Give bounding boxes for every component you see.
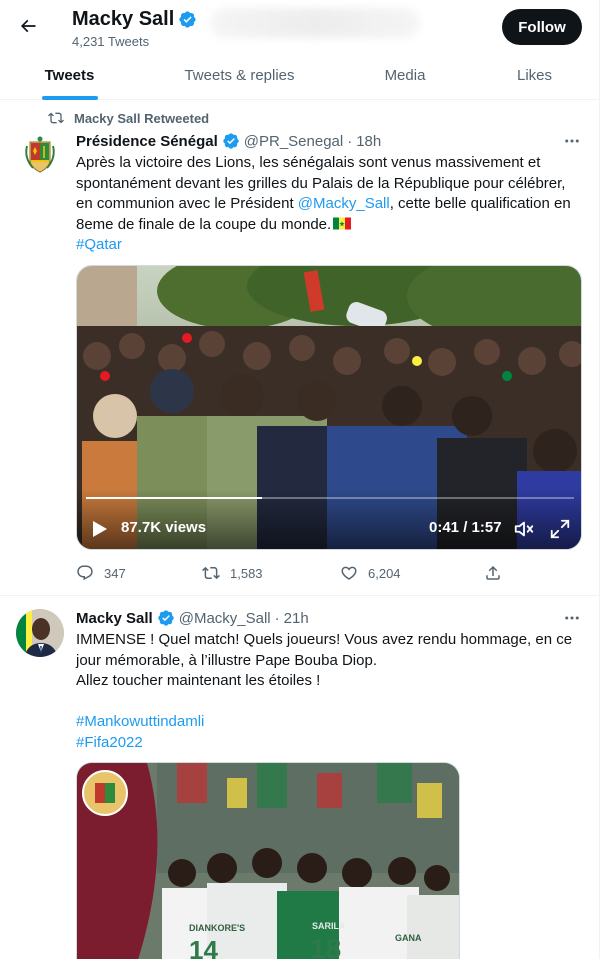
author-name[interactable]: Présidence Sénégal	[76, 133, 218, 150]
more-dots-icon	[565, 616, 579, 620]
tweet-text-line: IMMENSE ! Quel match! Quels joueurs! Vou…	[76, 631, 573, 669]
verified-badge-icon	[223, 133, 239, 149]
retweet-label[interactable]: Macky Sall Retweeted	[74, 111, 209, 126]
more-options-button[interactable]	[560, 608, 584, 628]
hashtag-link[interactable]: #Fifa2022	[76, 734, 143, 751]
mention-link[interactable]: @Macky_Sall	[298, 195, 390, 212]
tab-label: Likes	[516, 66, 553, 84]
reply-icon	[77, 565, 93, 581]
video-progress-fill	[86, 497, 262, 499]
follow-button[interactable]: Follow	[502, 9, 582, 45]
separator-dot: ·	[347, 132, 353, 150]
column-divider	[599, 0, 600, 959]
profile-header: Macky Sall 4,231 Tweets Follow Tweets Tw…	[0, 0, 599, 100]
tab-likes[interactable]: Likes	[470, 50, 599, 100]
active-tab-indicator	[41, 96, 98, 100]
tweet-timestamp[interactable]: 21h	[284, 610, 309, 627]
share-button[interactable]	[484, 564, 502, 582]
tweet-header: Présidence Sénégal @PR_Senegal · 18h	[76, 132, 381, 150]
blurred-banner	[210, 8, 420, 38]
hashtag-link[interactable]: #Mankowuttindamli	[76, 713, 204, 730]
tweet-timestamp[interactable]: 18h	[356, 133, 381, 150]
retweet-icon	[48, 112, 64, 124]
author-name[interactable]: Macky Sall	[76, 610, 153, 627]
retweet-context: Macky Sall Retweeted	[48, 110, 209, 126]
tweet-header: Macky Sall @Macky_Sall · 21h	[76, 609, 309, 627]
share-icon	[486, 565, 500, 580]
jersey-number: 18	[310, 933, 342, 959]
jersey-name: DIANKORE'S	[189, 923, 246, 933]
profile-name: Macky Sall	[72, 8, 175, 30]
profile-tabs: Tweets Tweets & replies Media Likes	[0, 50, 599, 100]
video-timecode: 0:41 / 1:57	[429, 519, 502, 536]
play-icon[interactable]	[92, 520, 108, 538]
reply-count: 347	[104, 565, 126, 581]
avatar[interactable]	[16, 609, 64, 657]
more-dots-icon	[565, 139, 579, 143]
tab-label: Tweets	[44, 66, 95, 84]
retweet-button[interactable]: 1,583	[202, 564, 340, 582]
like-count: 6,204	[368, 565, 401, 581]
video-progress-bar[interactable]	[86, 497, 574, 499]
back-button[interactable]	[12, 10, 44, 42]
tweet-count: 4,231 Tweets	[72, 34, 150, 49]
avatar[interactable]	[16, 132, 64, 180]
reply-button[interactable]: 347	[76, 564, 202, 582]
tweet-text-line: Allez toucher maintenant les étoiles !	[76, 672, 321, 689]
separator-dot: ·	[274, 609, 280, 627]
jersey-name: GANA	[395, 933, 422, 943]
profile-name-row: Macky Sall	[72, 8, 197, 30]
senegal-flag-icon	[333, 217, 352, 229]
retweet-icon	[202, 566, 220, 580]
mute-icon[interactable]	[513, 518, 535, 540]
heart-icon	[341, 566, 357, 580]
team-photo	[77, 763, 459, 959]
fullscreen-icon[interactable]	[549, 518, 571, 540]
tweet-text: IMMENSE ! Quel match! Quels joueurs! Vou…	[76, 630, 576, 753]
jersey-name: SARILA	[312, 921, 346, 931]
jersey-number: 14	[189, 935, 218, 959]
tweet-actions: 347 1,583 6,204	[76, 564, 502, 582]
view-count: 87.7K views	[121, 519, 207, 536]
tab-tweets[interactable]: Tweets	[0, 50, 139, 100]
author-handle[interactable]: @Macky_Sall	[179, 610, 271, 627]
tab-label: Tweets & replies	[184, 66, 295, 84]
back-arrow-icon	[20, 19, 36, 33]
tab-tweets-replies[interactable]: Tweets & replies	[139, 50, 340, 100]
verified-badge-icon	[158, 610, 174, 626]
senegal-coat-of-arms-icon	[25, 136, 55, 173]
author-handle[interactable]: @PR_Senegal	[244, 133, 343, 150]
tweet-image[interactable]: DIANKORE'S 14 SARILA 18 GANA	[76, 762, 460, 959]
tweet-text: Après la victoire des Lions, les sénégal…	[76, 153, 576, 256]
video-player[interactable]: 87.7K views 0:41 / 1:57	[76, 265, 582, 550]
tab-media[interactable]: Media	[340, 50, 470, 100]
hashtag-link[interactable]: #Qatar	[76, 236, 122, 253]
verified-badge-icon	[179, 10, 196, 28]
profile-photo-icon	[16, 609, 64, 657]
tweet[interactable]: Macky Sall @Macky_Sall · 21h IMMENSE ! Q…	[0, 597, 599, 959]
tweet[interactable]: Macky Sall Retweeted Présidence Sénégal …	[0, 101, 599, 596]
like-button[interactable]: 6,204	[340, 564, 484, 582]
retweet-count: 1,583	[230, 565, 263, 581]
more-options-button[interactable]	[560, 131, 584, 151]
tab-label: Media	[384, 66, 426, 84]
